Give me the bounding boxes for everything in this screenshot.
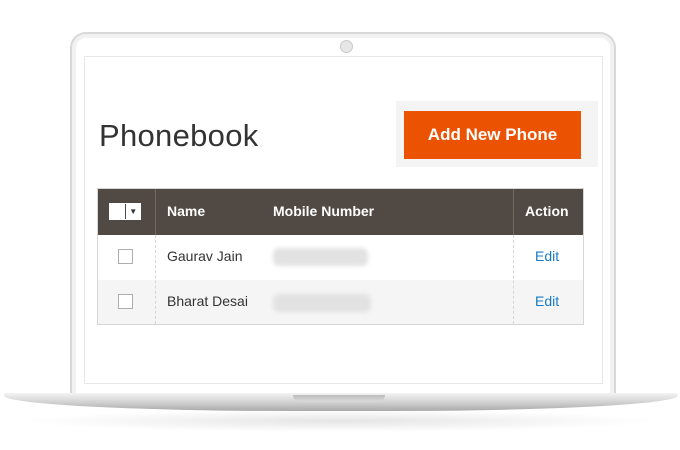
mass-select-checkbox[interactable] (110, 204, 126, 219)
row-checkbox[interactable] (118, 249, 133, 264)
laptop-shadow (20, 410, 660, 432)
phonebook-grid: ▼ Name Mobile Number Action Gaurav Jain … (97, 188, 584, 325)
grid-header: ▼ Name Mobile Number Action (98, 189, 583, 235)
column-header-name[interactable]: Name (167, 203, 205, 219)
edit-link[interactable]: Edit (535, 293, 559, 309)
laptop-notch (293, 395, 385, 402)
mass-select[interactable]: ▼ (109, 203, 141, 220)
column-header-action: Action (525, 203, 569, 219)
column-divider (155, 189, 156, 235)
contact-name: Bharat Desai (167, 293, 248, 309)
mobile-number-redacted (273, 248, 368, 266)
row-checkbox[interactable] (118, 294, 133, 309)
column-divider (513, 235, 514, 324)
contact-name: Gaurav Jain (167, 248, 243, 264)
column-header-mobile[interactable]: Mobile Number (273, 203, 374, 219)
chevron-down-icon[interactable]: ▼ (125, 204, 140, 219)
page-title: Phonebook (99, 118, 259, 153)
edit-link[interactable]: Edit (535, 248, 559, 264)
column-divider (155, 235, 156, 324)
table-row: Gaurav Jain Edit (98, 235, 583, 279)
camera-icon (340, 40, 353, 53)
add-new-phone-button[interactable]: Add New Phone (404, 111, 581, 159)
column-divider (513, 189, 514, 235)
table-row: Bharat Desai Edit (98, 280, 583, 324)
mobile-number-redacted (273, 294, 371, 312)
